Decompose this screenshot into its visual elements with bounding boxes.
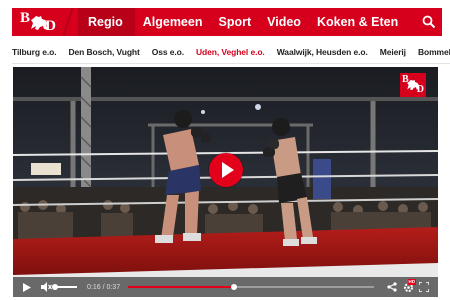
subnav-item-waalwijk[interactable]: Waalwijk, Heusden e.o. (277, 47, 368, 57)
nav-item-koken-eten[interactable]: Koken & Eten (309, 8, 406, 36)
bd-logo[interactable]: B D (12, 8, 64, 36)
video-player[interactable]: B D 0:16 / 0:37 HD (13, 67, 438, 297)
video-controls: 0:16 / 0:37 HD (13, 277, 438, 297)
subnav-item-den-bosch[interactable]: Den Bosch, Vught (68, 47, 139, 57)
subnav-item-oss[interactable]: Oss e.o. (152, 47, 184, 57)
share-button[interactable] (384, 277, 400, 297)
logo-letter-d: D (45, 18, 56, 34)
share-icon (387, 282, 397, 292)
volume-icon (40, 282, 52, 292)
region-subnav: Tilburg e.o. Den Bosch, Vught Oss e.o. U… (12, 44, 450, 60)
nav-item-sport[interactable]: Sport (210, 8, 259, 36)
search-icon (422, 15, 436, 29)
nav-item-video[interactable]: Video (259, 8, 309, 36)
subnav-item-uden-veghel[interactable]: Uden, Veghel e.o. (196, 47, 265, 57)
time-display: 0:16 / 0:37 (87, 283, 121, 291)
logo-letter-b: B (20, 10, 31, 26)
nav-item-algemeen[interactable]: Algemeen (135, 8, 211, 36)
fullscreen-button[interactable] (416, 277, 432, 297)
search-button[interactable] (416, 8, 442, 36)
subnav-item-tilburg[interactable]: Tilburg e.o. (12, 47, 57, 57)
bd-watermark: B D (400, 73, 426, 97)
nav-item-regio[interactable]: Regio (78, 8, 135, 36)
progress-handle[interactable] (231, 284, 238, 290)
nav-divider (64, 8, 78, 36)
logo-mark: B D (20, 10, 56, 34)
play-icon (23, 282, 31, 292)
subnav-item-bommelerwaard[interactable]: Bommelerwaard (418, 47, 450, 57)
subnav-divider (12, 63, 450, 64)
hd-badge: HD (407, 279, 416, 285)
main-navbar: B D Regio Algemeen Sport Video Koken & E… (12, 8, 442, 36)
subnav-item-meierij[interactable]: Meierij (380, 47, 406, 57)
progress-bar[interactable] (128, 284, 374, 290)
progress-fill (128, 286, 235, 288)
lion-icon (407, 79, 420, 91)
quality-settings-button[interactable]: HD (400, 277, 416, 297)
play-control-button[interactable] (17, 277, 37, 297)
fullscreen-icon (419, 282, 429, 292)
play-button-overlay[interactable] (209, 153, 243, 187)
volume-slider[interactable] (52, 284, 77, 290)
